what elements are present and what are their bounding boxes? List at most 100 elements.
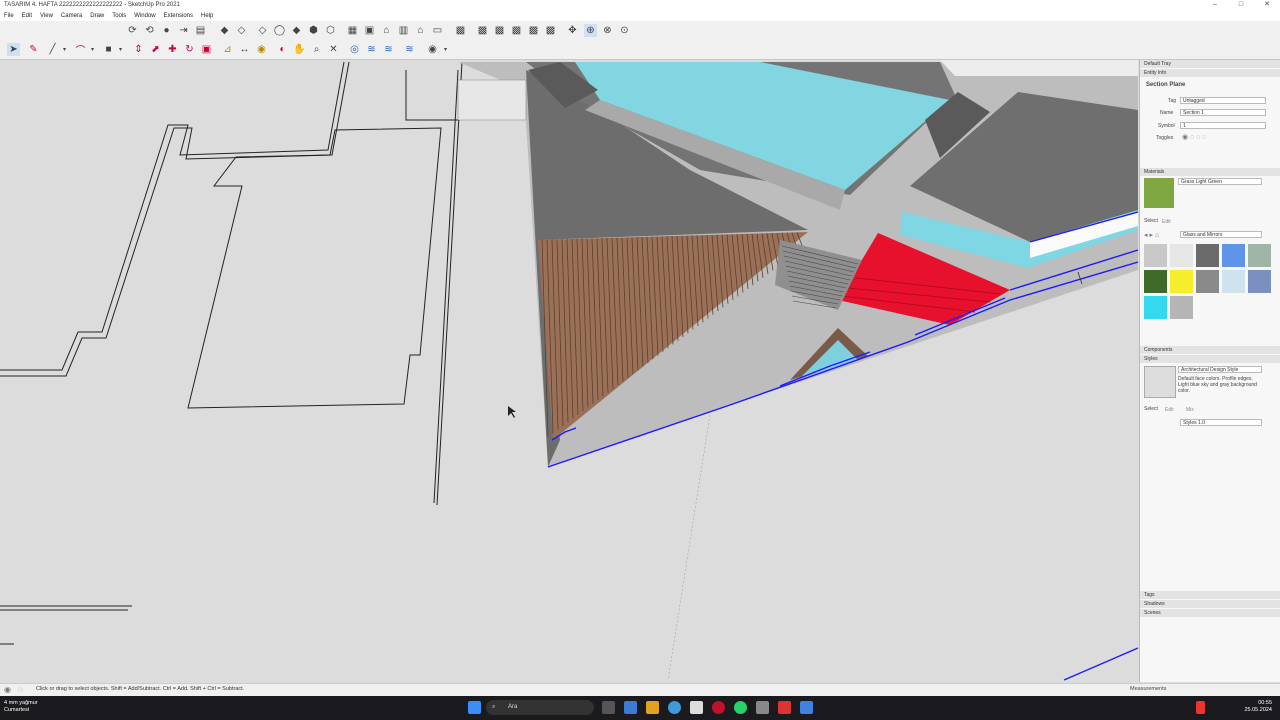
weather-widget[interactable]: 4 mm yağmur Cumartesi: [4, 700, 38, 714]
menu-help[interactable]: Help: [197, 13, 217, 19]
material-swatch[interactable]: [1222, 270, 1245, 293]
move-tool-icon[interactable]: ✚: [166, 43, 179, 56]
dimension-icon[interactable]: ↔: [238, 43, 251, 56]
menu-draw[interactable]: Draw: [86, 13, 108, 19]
chevron-down-icon[interactable]: ▾: [86, 43, 99, 56]
scale-tool-icon[interactable]: ▣: [200, 43, 213, 56]
push-pull-icon[interactable]: ⇕: [132, 43, 145, 56]
chevron-down-icon[interactable]: ▾: [439, 43, 452, 56]
share-icon[interactable]: ▩: [476, 24, 489, 37]
model-info-icon[interactable]: ▩: [493, 24, 506, 37]
material-swatch[interactable]: [1144, 244, 1167, 267]
material-name-field[interactable]: Grass Light Green: [1178, 178, 1262, 185]
export-icon[interactable]: ⇥: [177, 24, 190, 37]
shaded-icon[interactable]: ⬢: [307, 24, 320, 37]
material-swatch[interactable]: [1170, 270, 1193, 293]
name-field[interactable]: Section 1: [1180, 109, 1266, 116]
textured-icon[interactable]: ⬡: [324, 24, 337, 37]
material-swatch[interactable]: [1248, 270, 1271, 293]
material-swatch[interactable]: [1170, 296, 1193, 319]
styles-header[interactable]: Styles: [1140, 355, 1280, 363]
styles-tab-mix[interactable]: Mix: [1186, 407, 1194, 413]
chevron-down-icon[interactable]: ▾: [114, 43, 127, 56]
store-icon[interactable]: [690, 701, 703, 714]
look-icon[interactable]: ●: [160, 24, 173, 37]
sketchup-red-icon[interactable]: [778, 701, 791, 714]
sketchup-icon[interactable]: [800, 701, 813, 714]
material-swatch[interactable]: [1144, 270, 1167, 293]
user-icon[interactable]: ◉: [426, 43, 439, 56]
hidden-line-icon[interactable]: ◆: [290, 24, 303, 37]
materials-tab-edit[interactable]: Edit: [1162, 219, 1171, 225]
rotate-tool-icon[interactable]: ↻: [183, 43, 196, 56]
taskbar-search[interactable]: ⌕ Ara: [486, 700, 594, 715]
taskbar-clock[interactable]: 00:55 25.05.2024: [1244, 700, 1272, 714]
cube-icon[interactable]: ◆: [218, 24, 231, 37]
left-view-icon[interactable]: ▭: [431, 24, 444, 37]
zoom-extents-icon[interactable]: ✕: [327, 43, 340, 56]
material-swatch[interactable]: [1196, 244, 1219, 267]
tape-measure-icon[interactable]: ⊿: [221, 43, 234, 56]
layout-icon[interactable]: ▩: [527, 24, 540, 37]
orbit-tool-icon[interactable]: ◐: [276, 43, 289, 56]
symbol-field[interactable]: 1: [1180, 122, 1266, 129]
back-edges-icon[interactable]: ◯: [273, 24, 286, 37]
tags-header[interactable]: Tags: [1140, 591, 1280, 599]
info-icon[interactable]: ◉: [4, 685, 11, 694]
material-swatch[interactable]: [1170, 244, 1193, 267]
opera-icon[interactable]: [712, 701, 725, 714]
edge-icon[interactable]: [668, 701, 681, 714]
cube-outline-icon[interactable]: ◇: [235, 24, 248, 37]
tag-select[interactable]: Untagged: [1180, 97, 1266, 104]
components-header[interactable]: Components: [1140, 346, 1280, 354]
menu-file[interactable]: File: [0, 13, 18, 19]
materials-header[interactable]: Materials: [1140, 168, 1280, 176]
pan-orbit-icon[interactable]: ⟲: [143, 24, 156, 37]
xray-icon[interactable]: ◇: [256, 24, 269, 37]
record-icon[interactable]: [1196, 701, 1205, 714]
styles-tab-edit[interactable]: Edit: [1165, 407, 1174, 413]
close-button[interactable]: ✕: [1254, 0, 1280, 10]
menu-view[interactable]: View: [36, 13, 57, 19]
sandbox-scratch-icon[interactable]: ≋: [365, 43, 378, 56]
shadows-header[interactable]: Shadows: [1140, 600, 1280, 608]
section-fill-icon[interactable]: ⊙: [618, 24, 631, 37]
section-plane-icon[interactable]: ✥: [566, 24, 579, 37]
offset-icon[interactable]: ⬈: [149, 43, 162, 56]
model-viewport[interactable]: [0, 60, 1138, 682]
zoom-tool-icon[interactable]: ⌕: [310, 43, 323, 56]
front-view-icon[interactable]: ⌂: [380, 24, 393, 37]
document-icon[interactable]: ▤: [194, 24, 207, 37]
paint-bucket-icon[interactable]: ◉: [255, 43, 268, 56]
section-display-icon[interactable]: ⊕: [584, 24, 597, 37]
right-view-icon[interactable]: ▥: [397, 24, 410, 37]
select-tool-icon[interactable]: ➤: [7, 43, 20, 56]
stamp-icon[interactable]: ≋: [403, 43, 416, 56]
materials-tab-select[interactable]: Select: [1144, 218, 1158, 224]
material-swatch[interactable]: [1144, 296, 1167, 319]
app-icon[interactable]: [756, 701, 769, 714]
maximize-button[interactable]: □: [1228, 0, 1254, 10]
smoove-icon[interactable]: ≋: [382, 43, 395, 56]
styles-tab-select[interactable]: Select: [1144, 406, 1158, 412]
menu-tools[interactable]: Tools: [108, 13, 130, 19]
whatsapp-icon[interactable]: [734, 701, 747, 714]
start-icon[interactable]: [468, 701, 481, 714]
extension-icon[interactable]: ▩: [510, 24, 523, 37]
material-swatch[interactable]: [1248, 244, 1271, 267]
widgets-icon[interactable]: [624, 701, 637, 714]
warehouse-icon[interactable]: ▩: [454, 24, 467, 37]
pan-tool-icon[interactable]: ✋: [293, 43, 306, 56]
menu-camera[interactable]: Camera: [57, 13, 86, 19]
menu-extensions[interactable]: Extensions: [160, 13, 197, 19]
material-swatch[interactable]: [1196, 270, 1219, 293]
iso-view-icon[interactable]: ▦: [346, 24, 359, 37]
material-swatch[interactable]: [1222, 244, 1245, 267]
task-view-icon[interactable]: [602, 701, 615, 714]
style-name-field[interactable]: Architectural Design Style: [1178, 366, 1262, 373]
nav-arrows-icon[interactable]: ◂ ▸ ⌂: [1144, 231, 1159, 239]
file-explorer-icon[interactable]: [646, 701, 659, 714]
help-icon[interactable]: ◌: [18, 685, 23, 694]
entity-info-header[interactable]: Entity Info: [1140, 69, 1280, 77]
top-view-icon[interactable]: ▣: [363, 24, 376, 37]
